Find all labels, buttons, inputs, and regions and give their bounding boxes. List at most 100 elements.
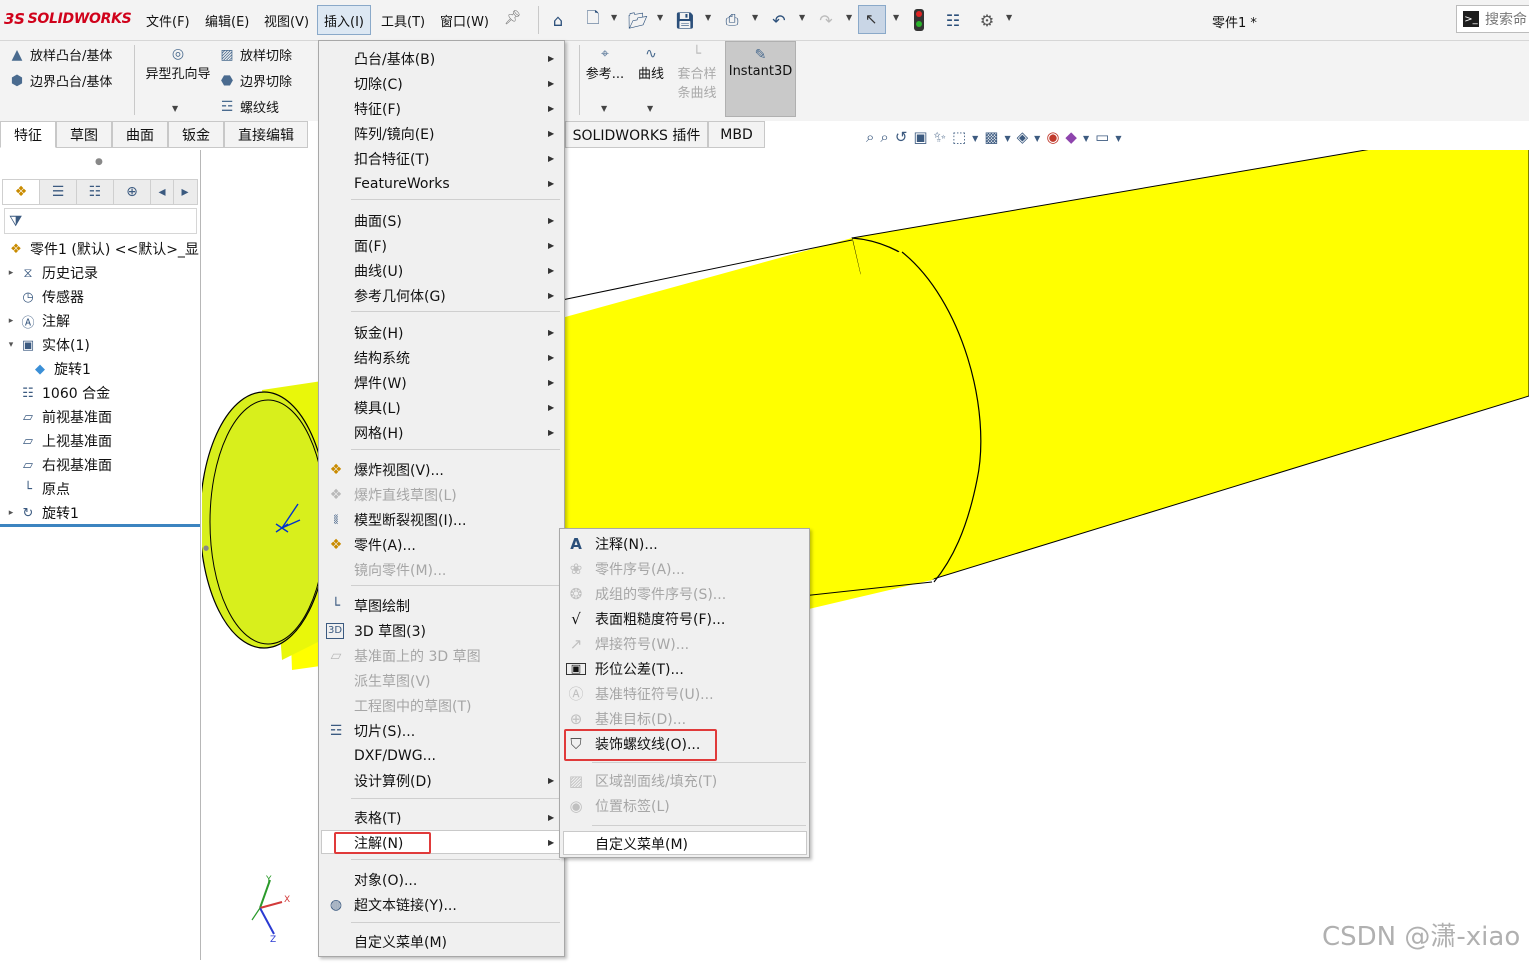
tree-item-history[interactable]: ▸ ⧖ 历史记录 (4, 262, 98, 284)
panel-grip-icon[interactable]: ● (95, 157, 103, 167)
chevron-down-icon[interactable]: ▼ (647, 104, 653, 113)
submenu-item-weld-symbol[interactable]: ↗ 焊接符号(W)... (560, 631, 809, 656)
menu-item-cut[interactable]: 切除(C) ▶ (319, 71, 564, 96)
new-document-icon[interactable]: 🗋︎ (583, 8, 603, 30)
tab-surfaces[interactable]: 曲面 (112, 121, 168, 148)
tab-sketch[interactable]: 草图 (56, 121, 112, 148)
menu-item-slice[interactable]: ☲ 切片(S)... (319, 718, 564, 743)
tab-features[interactable]: 特征 (0, 121, 56, 148)
menu-item-boss-base[interactable]: 凸台/基体(B) ▶ (319, 46, 564, 71)
menu-item-structure-system[interactable]: 结构系统 ▶ (319, 345, 564, 370)
menu-item-exploded-view[interactable]: ❖ 爆炸视图(V)... (319, 457, 564, 482)
chevron-down-icon[interactable]: ▼ (172, 104, 178, 113)
view-settings-icon[interactable]: ▭ (1095, 128, 1109, 146)
tree-item-solid-bodies[interactable]: ▾ ▣ 实体(1) (4, 334, 90, 356)
menu-item-dxf-dwg[interactable]: DXF/DWG... (319, 743, 564, 768)
hole-wizard-button[interactable]: ◎ 异型孔向导 (140, 45, 216, 82)
menu-item-molds[interactable]: 模具(L) ▶ (319, 395, 564, 420)
chevron-down-icon[interactable]: ▼ (972, 128, 978, 146)
submenu-item-surface-finish[interactable]: √ 表面粗糙度符号(F)... (560, 606, 809, 631)
solidworks-logo[interactable]: 3S SOLIDWORKS (4, 8, 132, 30)
menu-item-broken-out-view[interactable]: ⧛ 模型断裂视图(I)... (319, 507, 564, 532)
undo-icon[interactable]: ↶ (769, 10, 789, 30)
chevron-down-icon[interactable]: ▼ (601, 104, 607, 113)
submenu-item-customize-menu[interactable]: 自定义菜单(M) (560, 831, 809, 856)
menu-item-surface[interactable]: 曲面(S) ▶ (319, 208, 564, 233)
menu-item-sketch-from-drawing[interactable]: 工程图中的草图(T) (319, 693, 564, 718)
feature-manager-tab-icon[interactable]: ❖ (3, 180, 40, 204)
view-orientation-icon[interactable]: ⬚ (952, 128, 966, 146)
menu-item-3d-sketch-on-plane[interactable]: ▱ 基准面上的 3D 草图 (319, 643, 564, 668)
thread-button[interactable]: ☲ 螺纹线 (218, 97, 279, 117)
tab-direct-editing[interactable]: 直接编辑 (224, 121, 308, 148)
tab-solidworks-addins[interactable]: SOLIDWORKS 插件 (565, 121, 708, 148)
property-manager-tab-icon[interactable]: ☰ (40, 180, 77, 204)
chevron-down-icon[interactable]: ▼ (1034, 128, 1040, 146)
menu-item-explode-line-sketch[interactable]: ❖ 爆炸直线草图(L) (319, 482, 564, 507)
configuration-manager-tab-icon[interactable]: ☷ (77, 180, 114, 204)
menu-item-insert-part[interactable]: ❖ 零件(A)... (319, 532, 564, 557)
chevron-down-icon[interactable]: ▼ (752, 13, 758, 22)
collapse-arrow-icon[interactable]: ▾ (4, 340, 18, 350)
tree-item-top-plane[interactable]: ▱ 上视基准面 (4, 430, 112, 452)
chevron-down-icon[interactable]: ▼ (799, 13, 805, 22)
panel-collapse-grip-icon[interactable]: ● (203, 544, 209, 552)
menu-item-customize-menu[interactable]: 自定义菜单(M) (319, 929, 564, 954)
display-style-icon[interactable]: ▩ (984, 128, 998, 146)
tree-item-material[interactable]: ☷ 1060 合金 (4, 382, 110, 404)
dynamic-annotation-icon[interactable]: ✨︎ (934, 128, 946, 146)
menu-item-sheet-metal[interactable]: 钣金(H) ▶ (319, 320, 564, 345)
menu-item-sketch[interactable]: └ 草图绘制 (319, 593, 564, 618)
chevron-down-icon[interactable]: ▼ (657, 13, 663, 22)
menu-window[interactable]: 窗口(W) (440, 11, 489, 30)
options-gear-icon[interactable]: ⚙ (977, 10, 997, 30)
edit-appearance-icon[interactable]: ◉ (1046, 128, 1059, 146)
menu-item-face[interactable]: 面(F) ▶ (319, 233, 564, 258)
loft-cut-button[interactable]: ▨ 放样切除 (218, 45, 292, 65)
menu-tools[interactable]: 工具(T) (381, 11, 425, 30)
menu-item-weldments[interactable]: 焊件(W) ▶ (319, 370, 564, 395)
fit-spline-button[interactable]: └ 套合样 条曲线 (673, 45, 721, 101)
traffic-light-icon[interactable] (914, 9, 924, 31)
rollback-bar[interactable] (0, 524, 200, 527)
menu-item-curve[interactable]: 曲线(U) ▶ (319, 258, 564, 283)
chevron-down-icon[interactable]: ▼ (846, 13, 852, 22)
tab-scroll-right-icon[interactable]: ▸ (174, 180, 196, 204)
submenu-item-geometric-tolerance[interactable]: ▣ 形位公差(T)... (560, 656, 809, 681)
expand-arrow-icon[interactable]: ▸ (4, 268, 18, 278)
reference-geometry-button[interactable]: ⌖ 参考... (585, 45, 625, 82)
tab-mbd[interactable]: MBD (708, 121, 765, 148)
dimxpert-tab-icon[interactable]: ⊕ (114, 180, 151, 204)
home-icon[interactable]: ⌂ (548, 10, 568, 30)
chevron-down-icon[interactable]: ▼ (1004, 128, 1010, 146)
tab-scroll-left-icon[interactable]: ◂ (151, 180, 174, 204)
submenu-item-datum-target[interactable]: ⊕ 基准目标(D)... (560, 706, 809, 731)
zoom-to-area-icon[interactable]: ⌕ (880, 128, 888, 146)
menu-item-pattern-mirror[interactable]: 阵列/镜向(E) ▶ (319, 121, 564, 146)
filter-icon[interactable]: ⧩ (9, 212, 22, 230)
tree-item-right-plane[interactable]: ▱ 右视基准面 (4, 454, 112, 476)
print-icon[interactable]: ⎙ (722, 10, 742, 30)
menu-item-design-study[interactable]: 设计算例(D) ▶ (319, 768, 564, 793)
tree-item-sensors[interactable]: ◷ 传感器 (4, 286, 84, 308)
submenu-item-note[interactable]: A 注释(N)... (560, 531, 809, 556)
tree-filter-row[interactable]: ⧩ (4, 208, 197, 234)
chevron-down-icon[interactable]: ▼ (1083, 128, 1089, 146)
menu-file[interactable]: 文件(F) (146, 11, 190, 30)
boundary-boss-button[interactable]: ⬢ 边界凸台/基体 (8, 71, 113, 91)
submenu-item-datum-feature[interactable]: Ⓐ 基准特征符号(U)... (560, 681, 809, 706)
submenu-item-area-hatch[interactable]: ▨ 区域剖面线/填充(T) (560, 768, 809, 793)
menu-item-mesh[interactable]: 网格(H) ▶ (319, 420, 564, 445)
menu-item-derived-sketch[interactable]: 派生草图(V) (319, 668, 564, 693)
boundary-cut-button[interactable]: ⬣ 边界切除 (218, 71, 292, 91)
tab-sheet-metal[interactable]: 钣金 (168, 121, 224, 148)
tree-root-part[interactable]: ❖ 零件1 (默认) <<默认>_显 (6, 238, 199, 260)
previous-view-icon[interactable]: ↺ (895, 128, 908, 146)
loft-boss-button[interactable]: ▲ 放样凸台/基体 (8, 45, 113, 65)
menu-item-hyperlink[interactable]: ◍ 超文本链接(Y)... (319, 892, 564, 917)
select-button[interactable]: ↖ (858, 5, 886, 34)
tree-item-body-revolve1[interactable]: ◆ 旋转1 (30, 358, 91, 380)
menu-item-3d-sketch[interactable]: 3D 3D 草图(3) (319, 618, 564, 643)
chevron-down-icon[interactable]: ▼ (611, 13, 617, 22)
search-commands-box[interactable]: >_ 搜索命 (1456, 5, 1529, 33)
